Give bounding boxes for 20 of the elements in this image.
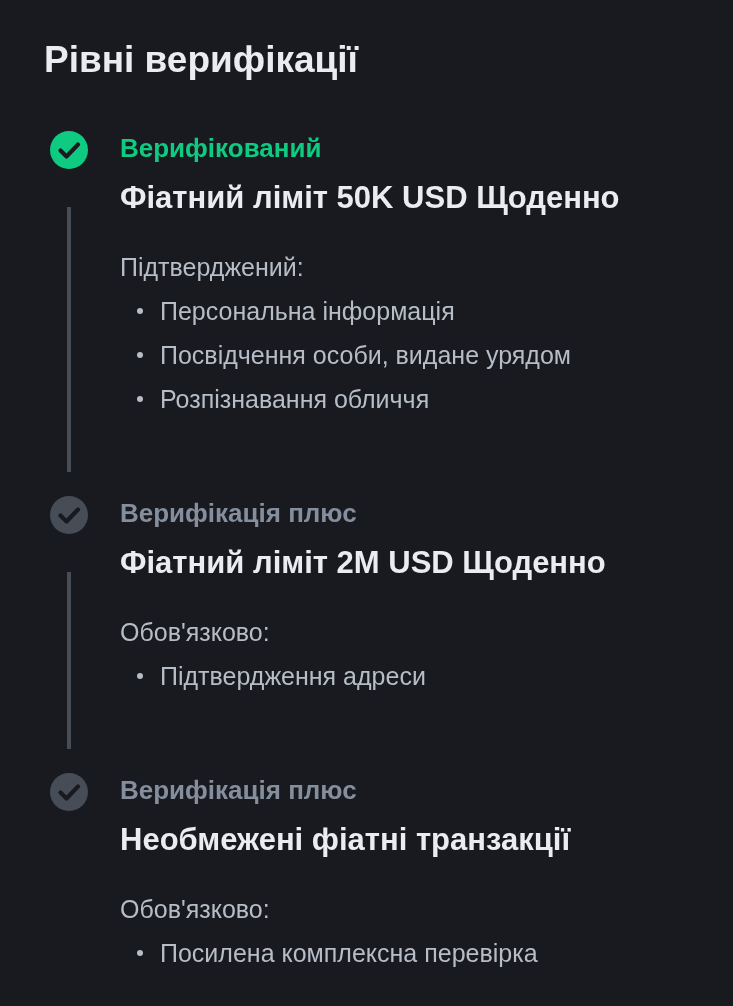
requirement-item: Персональна інформація — [160, 296, 455, 327]
requirement-item: Підтвердження адреси — [160, 661, 426, 692]
verification-status: Верифікація плюс — [120, 497, 357, 530]
verification-status: Верифікований — [120, 132, 322, 165]
fiat-limit: Фіатний ліміт 2M USD Щоденно — [120, 544, 606, 582]
requirement-item: Розпізнавання обличчя — [160, 384, 430, 415]
page-title: Рівні верифікації — [44, 38, 358, 82]
fiat-limit: Необмежені фіатні транзакції — [120, 821, 571, 859]
bullet-icon — [137, 308, 143, 314]
requirement-label: Обов'язково: — [120, 617, 270, 648]
bullet-icon — [137, 950, 143, 956]
bullet-icon — [137, 352, 143, 358]
requirement-item: Посилена комплексна перевірка — [160, 938, 538, 969]
requirement-label: Обов'язково: — [120, 894, 270, 925]
requirement-item: Посвідчення особи, видане урядом — [160, 340, 572, 371]
fiat-limit: Фіатний ліміт 50K USD Щоденно — [120, 179, 620, 217]
verification-status: Верифікація плюс — [120, 774, 357, 807]
requirement-label: Підтверджений: — [120, 252, 304, 283]
bullet-icon — [137, 673, 143, 679]
bullet-icon — [137, 396, 143, 402]
